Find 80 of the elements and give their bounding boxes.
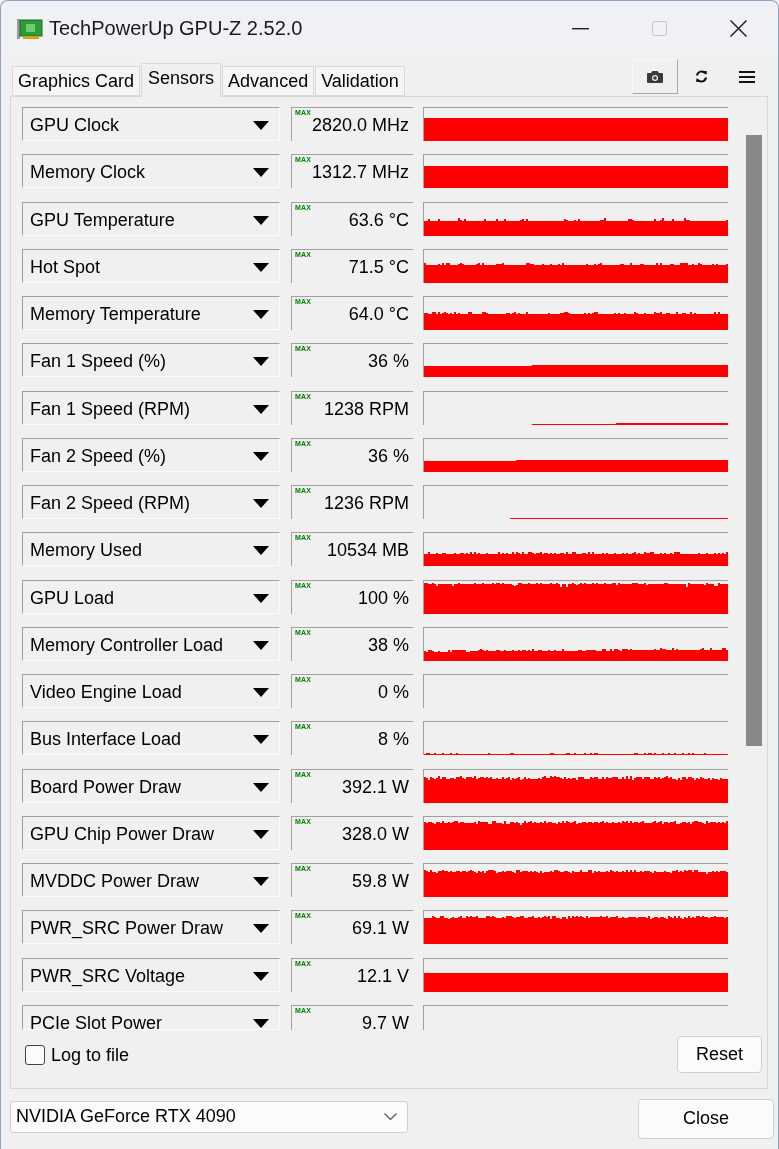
sensor-reading: 0 % (377, 681, 409, 703)
menu-icon (739, 70, 755, 83)
caret-icon (253, 688, 269, 697)
caret-icon (253, 215, 269, 225)
caret-icon (253, 924, 269, 934)
sensor-select[interactable]: Video Engine Load (22, 674, 280, 708)
gpu-select[interactable]: NVIDIA GeForce RTX 4090 (10, 1100, 408, 1133)
caret-icon (253, 499, 269, 508)
sensor-reading: 10534 MB (326, 539, 409, 562)
sensor-reading: 9.7 W (362, 1011, 409, 1030)
sensor-select[interactable]: PWR_SRC Voltage (22, 957, 280, 992)
caret-icon (253, 262, 269, 272)
sensor-select[interactable]: Memory Temperature (22, 296, 280, 330)
sensor-select[interactable]: Hot Spot (22, 248, 280, 283)
reset-button[interactable]: Reset (677, 1035, 762, 1073)
tab[interactable]: Graphics Card (12, 66, 141, 96)
caret-icon (253, 877, 269, 886)
sensor-reading: 59.8 W (351, 870, 409, 892)
caret-icon (253, 640, 269, 650)
sensor-reading: 8 % (377, 728, 409, 751)
sensor-reading: 100 % (357, 586, 409, 609)
scrollbar-thumb[interactable] (746, 135, 762, 746)
sensor-select[interactable]: Board Power Draw (22, 768, 280, 803)
check-box[interactable] (25, 1044, 45, 1065)
caret-icon (253, 735, 269, 745)
caret-icon (253, 451, 269, 461)
sensor-select[interactable]: GPU Chip Power Draw (22, 815, 280, 850)
sensor-select[interactable]: Fan 2 Speed (%) (22, 437, 280, 472)
sensor-reading: 71.5 °C (348, 255, 409, 278)
sensor-reading: 2820.0 MHz (311, 115, 409, 136)
sensor-reading: 36 % (367, 444, 409, 467)
minimize-icon (572, 27, 589, 30)
maximize-icon (652, 21, 667, 36)
sensor-reading: 1312.7 MHz (311, 162, 409, 184)
sensor-select[interactable]: Fan 2 Speed (RPM) (22, 485, 280, 519)
screenshot-button[interactable] (632, 59, 678, 94)
caret-icon (253, 404, 269, 414)
sensor-select[interactable]: Fan 1 Speed (RPM) (22, 390, 280, 425)
sensor-reading: 63.6 °C (348, 208, 409, 231)
sensor-select[interactable]: Bus Interface Load (22, 721, 280, 756)
sensor-select[interactable]: GPU Load (22, 579, 280, 614)
sensor-select[interactable]: GPU Clock (22, 107, 280, 141)
caret-icon (253, 593, 269, 603)
caret-icon (253, 971, 269, 981)
caret-icon (253, 357, 269, 367)
sensor-reading: 64.0 °C (348, 303, 409, 325)
tab[interactable]: Validation (315, 66, 405, 96)
tab[interactable]: Sensors (141, 63, 222, 97)
sensor-reading: 36 % (367, 350, 409, 373)
close-dialog-button[interactable]: Close (638, 1098, 774, 1139)
caret-icon (253, 829, 269, 839)
sensor-select[interactable]: GPU Temperature (22, 201, 280, 236)
log-to-file-checkbox[interactable]: Log to file (25, 1043, 130, 1066)
sensor-reading: 69.1 W (351, 917, 409, 940)
sensor-reading: 328.0 W (341, 822, 409, 845)
chevron-down-icon (384, 1113, 397, 1121)
caret-icon (253, 168, 269, 178)
caret-icon (253, 546, 269, 556)
window-title: TechPowerUp GPU-Z 2.52.0 (49, 17, 303, 40)
sensor-select[interactable]: Memory Used (22, 532, 280, 567)
sensor-reading: 1238 RPM (323, 397, 409, 420)
sensor-reading: 38 % (367, 633, 409, 656)
graphics-card-icon (17, 17, 43, 40)
sensor-select[interactable]: PWR_SRC Power Draw (22, 910, 280, 945)
caret-icon (253, 121, 269, 130)
sensor-reading: 12.1 V (356, 964, 409, 987)
sensor-select[interactable]: Memory Controller Load (22, 626, 280, 661)
caret-icon (253, 1018, 269, 1028)
sensor-reading: 1236 RPM (323, 492, 409, 514)
sensor-select[interactable]: MVDDC Power Draw (22, 863, 280, 897)
camera-icon (647, 70, 663, 83)
refresh-icon (694, 70, 708, 83)
tab[interactable]: Advanced (222, 66, 315, 96)
sensor-select[interactable]: PCIe Slot Power (22, 1004, 280, 1030)
close-icon (730, 20, 747, 37)
caret-icon (253, 310, 269, 319)
sensor-reading: 392.1 W (341, 775, 409, 798)
sensor-select[interactable]: Fan 1 Speed (%) (22, 343, 280, 378)
caret-icon (253, 782, 269, 792)
sensor-select[interactable]: Memory Clock (22, 154, 280, 189)
